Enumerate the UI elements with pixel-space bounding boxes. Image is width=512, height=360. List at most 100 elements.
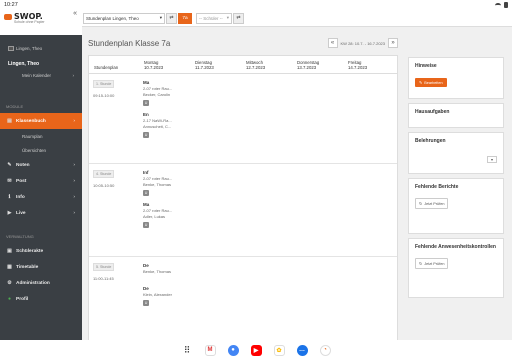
student-select-value: -- Schüler -- [199,15,223,21]
edit-button-label: Bearbeiten [424,80,443,85]
main-content: Stundenplan Klasse 7a « KW 28: 10.7. - 1… [82,27,404,345]
timetable: Stundenplan Montag 10.7.2023 Dienstag 11.7… [88,55,398,345]
collapse-sidebar-icon[interactable]: « [73,10,77,17]
week-label: KW 28: 10.7. - 16.7.2023 [340,40,385,46]
edit-button[interactable]: ✎ Bearbeiten [415,78,447,87]
table-row: 1. Stunde 09:15-10:00 Ma 2-07 roter Rau.… [89,74,397,164]
class-button[interactable]: 7a [178,12,192,24]
swap-icon[interactable]: ⇄ [166,12,177,24]
lesson-card[interactable]: Ma 2-07 roter Rau... Becker, Carolin U [143,80,190,106]
lesson-subject: Inf [143,170,149,175]
sidebar-item-label: Timetable [16,264,39,270]
card-title: Fehlende Berichte [415,184,459,190]
logo-icon [4,13,12,20]
chevron-right-icon: › [73,210,75,216]
lesson-subject: Ma [143,80,150,85]
lesson-chip[interactable]: U [143,222,149,228]
lesson-card[interactable]: Inf 2-07 roter Rau... Benke, Thomas U [143,170,190,196]
battery-icon [504,2,508,8]
student-select[interactable]: -- Schüler -- ▾ [196,12,232,24]
sidebar-item-timetable[interactable]: ▦ Timetable [0,259,82,275]
chevron-down-icon: ▾ [226,15,229,20]
chevron-down-icon: ▾ [159,15,162,20]
avatar-image-icon [8,45,14,51]
plan-select[interactable]: Stundenplan Lingen, Theo ▾ [83,12,165,24]
sidebar-item-post[interactable]: ✉ Post › [0,173,82,189]
column-header-day: Montag 10.7.2023 [139,60,190,73]
sidebar-item-label: Schülerakte [16,248,44,254]
user-name: Lingen, Theo [8,61,40,67]
sidebar: SWOP. Schule ohne Papier « Lingen, Theo … [0,10,82,340]
video-icon: ▶ [7,209,12,216]
period-badge: 5. Stunde [93,263,115,271]
sidebar-item-live[interactable]: ▶ Live › [0,205,82,221]
sidebar-item-label: Noten [16,162,30,168]
day-cell: Ma 2-07 roter Rau... Becker, Carolin U E… [139,74,190,163]
check-now-button[interactable]: ↻ Jetzt Prüfen [415,198,449,209]
lesson-card[interactable]: De Benke, Thomas [143,263,190,274]
gear-icon: ⚙ [7,279,12,286]
swop-app-icon[interactable]: ◔ [319,344,331,356]
wifi-icon [495,2,501,8]
refresh-icon: ↻ [419,202,423,206]
chevron-down-icon[interactable]: ▾ [487,156,497,163]
week-navigation: « KW 28: 10.7. - 16.7.2023 » [327,38,398,48]
lesson-teacher: Becker, Carolin [143,92,171,97]
avatar: Lingen, Theo [8,43,74,53]
lesson-room: 2-07 roter Rau... [143,86,173,91]
my-calendar-link[interactable]: Mein Kalender › [8,73,74,78]
check-now-button-2[interactable]: ↻ Jetzt Prüfen [415,258,449,269]
sidebar-item-klassenbuch[interactable]: ▤ Klassenbuch › [0,113,82,129]
swap-student-icon[interactable]: ⇄ [233,12,244,24]
card-title: Hausaufgaben [415,109,450,115]
lesson-chip[interactable]: U [143,100,149,106]
lesson-card[interactable]: De Klein, Alexander U [143,286,190,306]
section-admin: VERWALTUNG [6,234,34,239]
sidebar-item-label: Profil [16,296,29,302]
lesson-teacher: Annuscheit, C... [143,124,172,129]
day-date: 11.7.2023 [195,65,214,70]
photos-icon[interactable]: ✿ [273,344,285,356]
lesson-card[interactable]: Ma 2-07 roter Rau... Adler, Lukas U [143,202,190,228]
lesson-room: 2-07 roter Rau... [143,208,173,213]
lesson-teacher: Benke, Thomas [143,269,171,274]
chrome-icon[interactable]: ● [227,344,239,356]
lesson-card[interactable]: En 2-17 NaWi-Ra... Annuscheit, C... U [143,112,190,138]
sidebar-item-noten[interactable]: ✎ Noten › [0,157,82,173]
prev-week-button[interactable]: « [327,38,338,48]
sidebar-item-label: Klassenbuch [16,118,46,124]
chat-icon: ✉ [7,177,12,184]
sidebar-item-info[interactable]: ℹ Info › [0,189,82,205]
next-week-button[interactable]: » [388,38,398,48]
period-time: 10:05-10:50 [93,183,115,188]
period-cell: 4. Stunde 10:05-10:50 [89,164,139,256]
gmail-icon[interactable]: M [204,344,216,356]
sidebar-item-profil[interactable]: ● Profil [0,291,82,307]
sidebar-sub-uebersichten[interactable]: Übersichten [0,143,82,157]
sidebar-sub-raumplan[interactable]: Raumplan [0,129,82,143]
lesson-chip[interactable]: U [143,132,149,138]
status-icons [495,2,508,8]
sidebar-item-administration[interactable]: ⚙ Administration [0,275,82,291]
my-calendar-label: Mein Kalender [22,73,52,78]
column-header-stundenplan: Stundenplan [94,65,119,70]
sidebar-item-label: Info [16,194,25,200]
app-drawer-icon[interactable]: ⠿ [182,345,193,356]
lesson-chip[interactable]: U [143,300,149,306]
chevron-right-icon: › [72,73,75,78]
lesson-subject: De [143,286,149,291]
top-bar: Stundenplan Lingen, Theo ▾ ⇄ 7a -- Schül… [82,10,512,27]
user-box: Lingen, Theo Lingen, Theo Mein Kalender … [0,35,82,95]
column-header-day: Donnerstag 13.7.2023 [292,60,343,73]
sidebar-item-label: Live [16,210,26,216]
youtube-icon[interactable]: ▶ [250,344,262,356]
day-date: 13.7.2023 [297,65,317,70]
lesson-teacher: Benke, Thomas [143,182,171,187]
book-icon: ▤ [7,117,12,124]
day-cell: De Benke, Thomas De Klein, Alexander U [139,257,190,344]
android-taskbar: ⠿ M ● ▶ ✿ … ◔ [0,340,512,360]
lesson-chip[interactable]: U [143,190,149,196]
sidebar-item-schuelerakte[interactable]: ▣ Schülerakte [0,243,82,259]
messages-icon[interactable]: … [296,344,308,356]
period-time: 09:15-10:00 [93,93,115,98]
